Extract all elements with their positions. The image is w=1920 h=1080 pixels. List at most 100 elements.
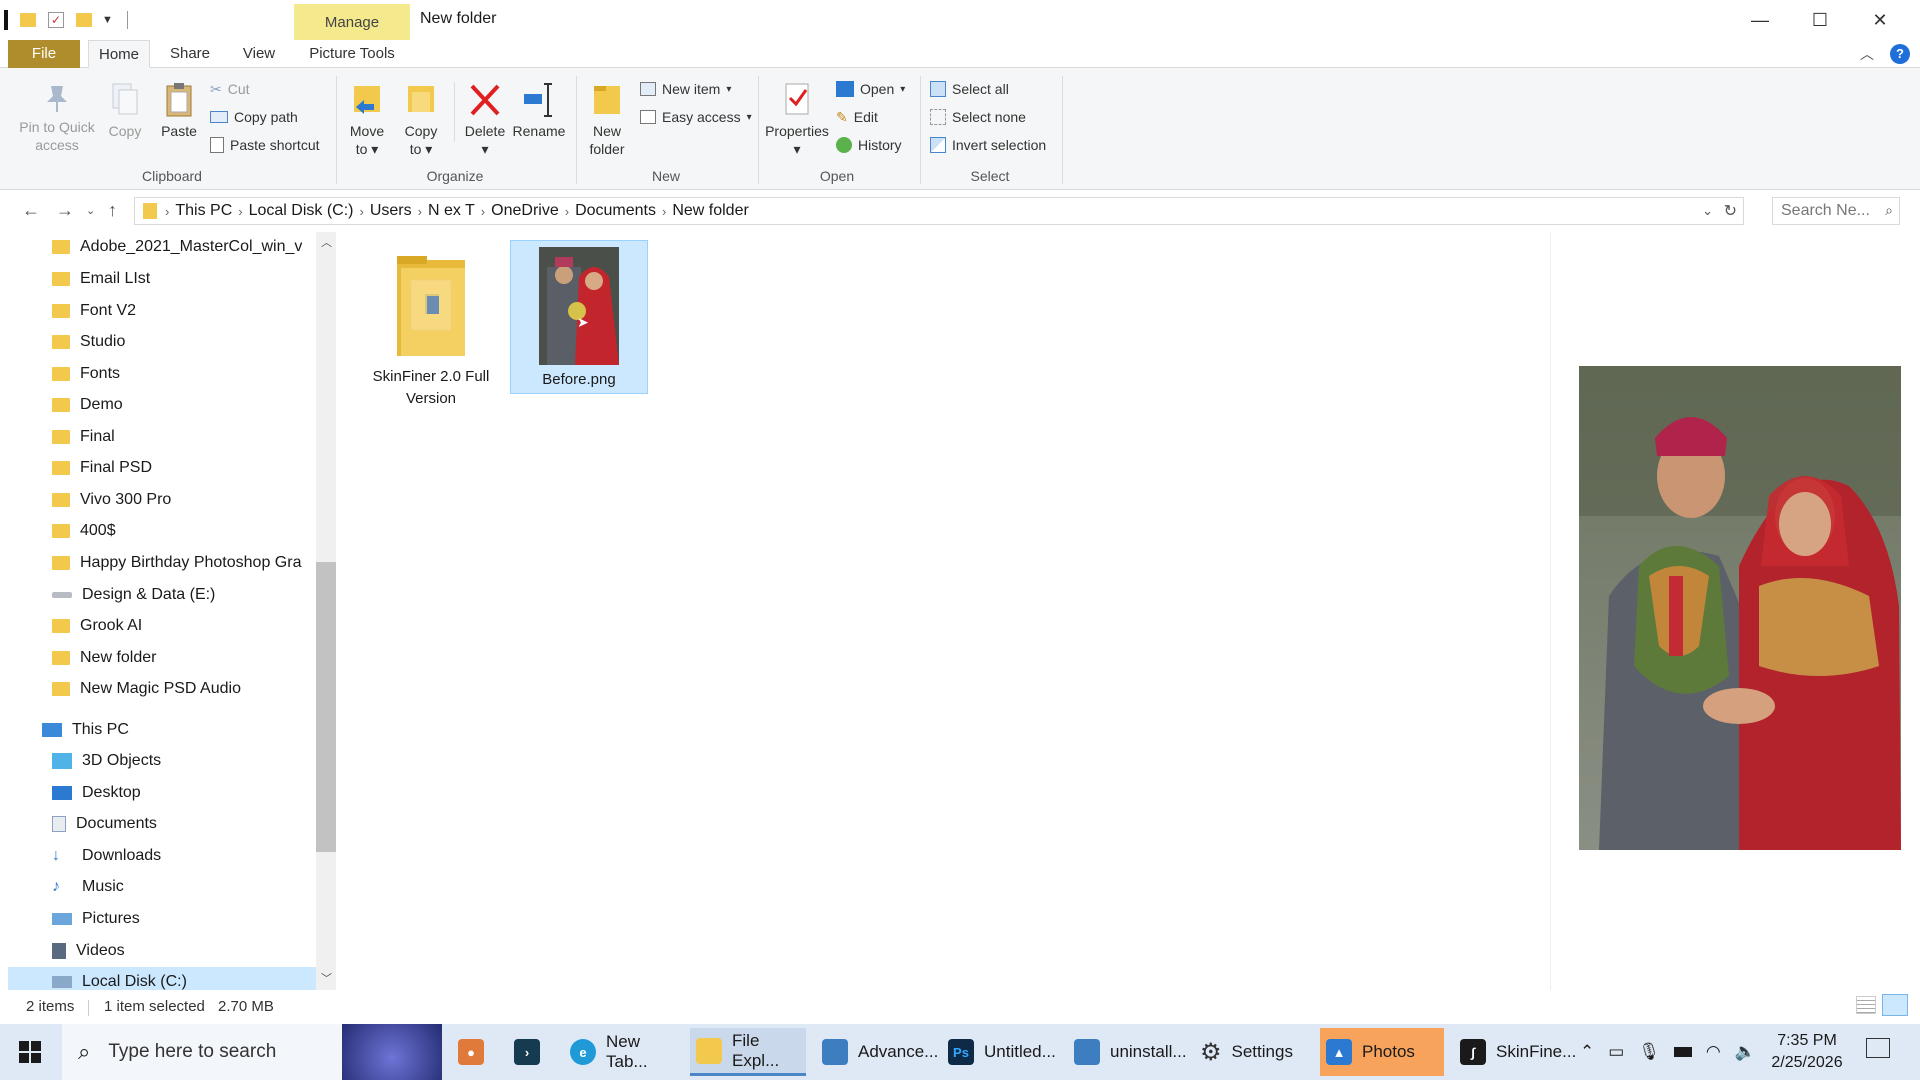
help-icon[interactable]: ? bbox=[1890, 44, 1910, 64]
tab-picture-tools[interactable]: Picture Tools bbox=[300, 40, 404, 68]
taskbar-app-file-explorer[interactable]: File Expl... bbox=[690, 1028, 806, 1076]
sidebar-item-quick-4[interactable]: Fonts📌 bbox=[52, 359, 336, 389]
taskbar-app-terminal[interactable]: › bbox=[508, 1028, 554, 1076]
details-view-icon[interactable] bbox=[1856, 996, 1876, 1014]
scroll-down-icon[interactable]: ﹀ bbox=[321, 970, 332, 986]
select-none-button[interactable]: Select none bbox=[930, 106, 1026, 128]
folder-icon[interactable] bbox=[20, 13, 36, 27]
wifi-icon[interactable]: ◠ bbox=[1706, 1042, 1721, 1062]
pin-quick-access-button[interactable]: Pin to Quick access bbox=[14, 82, 100, 154]
sidebar-item-pictures[interactable]: Pictures bbox=[52, 904, 336, 934]
sidebar-item-downloads[interactable]: ↓ Downloads bbox=[52, 841, 336, 871]
breadcrumb[interactable]: › This PC › Local Disk (C:) › Users › N ex … bbox=[134, 197, 1744, 225]
microphone-icon[interactable]: 🎙 bbox=[1638, 1042, 1660, 1062]
file-item-folder[interactable]: SkinFiner 2.0 Full Version bbox=[366, 250, 496, 410]
meet-now-icon[interactable]: ▭ bbox=[1608, 1042, 1624, 1062]
sidebar-item-desktop[interactable]: Desktop bbox=[52, 778, 336, 808]
recent-locations-chevron-icon[interactable]: ⌄ bbox=[86, 204, 95, 217]
properties-button[interactable]: Properties ▾ bbox=[762, 82, 832, 158]
notification-center-icon[interactable] bbox=[1866, 1038, 1890, 1058]
taskbar-app-settings[interactable]: ⚙ Settings bbox=[1194, 1028, 1310, 1076]
sidebar-item-quick-0[interactable]: Adobe_2021_MasterCol_win_v1📌 bbox=[52, 232, 336, 262]
sidebar-item-quick-1[interactable]: Email LIst📌 bbox=[52, 264, 336, 294]
forward-arrow-icon[interactable]: → bbox=[56, 200, 74, 221]
taskbar-app-skinfiner[interactable]: ∫ SkinFine... bbox=[1454, 1028, 1576, 1076]
sidebar-item-quick-7[interactable]: Final PSD📌 bbox=[52, 453, 336, 483]
taskbar-app-recorder[interactable]: ● bbox=[452, 1028, 498, 1076]
sidebar-item-quick-8[interactable]: Vivo 300 Pro📌 bbox=[52, 485, 336, 515]
edit-button[interactable]: ✎ Edit bbox=[836, 106, 878, 128]
taskbar-app-edge[interactable]: e New Tab... bbox=[564, 1028, 680, 1076]
customize-qat-icon[interactable]: ▼ bbox=[102, 14, 113, 26]
address-dropdown-chevron-icon[interactable]: ⌄ bbox=[1702, 203, 1713, 219]
tab-share[interactable]: Share bbox=[160, 40, 220, 68]
tab-view[interactable]: View bbox=[230, 40, 288, 68]
sidebar-item-music[interactable]: ♪ Music bbox=[52, 872, 336, 902]
crumb-documents[interactable]: Documents bbox=[575, 202, 656, 220]
easy-access-button[interactable]: Easy access ▾ bbox=[640, 106, 752, 128]
file-item-image-selected[interactable]: ➤ Before.png bbox=[510, 240, 648, 394]
refresh-icon[interactable]: ↻ bbox=[1724, 201, 1737, 221]
new-item-button[interactable]: New item ▾ bbox=[640, 78, 731, 100]
collapse-ribbon-icon[interactable]: ︿ bbox=[1860, 44, 1874, 64]
taskbar-app-photos[interactable]: ▲ Photos bbox=[1320, 1028, 1444, 1076]
sidebar-item-quick-13[interactable]: New folder bbox=[52, 643, 336, 673]
tab-home[interactable]: Home bbox=[88, 40, 150, 68]
crumb-user[interactable]: N ex T bbox=[428, 202, 475, 220]
show-hidden-icons-chevron-icon[interactable]: ⌃ bbox=[1580, 1042, 1594, 1062]
copy-button[interactable]: Copy bbox=[100, 82, 150, 140]
properties-qat-icon[interactable]: ✓ bbox=[48, 12, 64, 28]
copy-path-button[interactable]: Copy path bbox=[210, 106, 298, 128]
select-all-button[interactable]: Select all bbox=[930, 78, 1009, 100]
clock[interactable]: 7:35 PM 2/25/2026 bbox=[1752, 1030, 1862, 1074]
maximize-button[interactable]: ☐ bbox=[1790, 0, 1850, 40]
start-button[interactable] bbox=[0, 1024, 60, 1080]
crumb-onedrive[interactable]: OneDrive bbox=[491, 202, 559, 220]
minimize-button[interactable]: — bbox=[1730, 0, 1790, 40]
taskbar-search-box[interactable]: ⌕ Type here to search bbox=[62, 1024, 442, 1080]
back-arrow-icon[interactable]: ← bbox=[22, 200, 40, 221]
taskbar-app-uninstall[interactable]: uninstall... bbox=[1068, 1028, 1187, 1076]
rename-button[interactable]: Rename bbox=[512, 82, 566, 140]
crumb-users[interactable]: Users bbox=[370, 202, 412, 220]
battery-icon[interactable] bbox=[1673, 1047, 1692, 1057]
scrollbar-thumb[interactable] bbox=[316, 562, 336, 852]
sidebar-item-quick-11[interactable]: Design & Data (E:) bbox=[52, 580, 336, 610]
sidebar-item-quick-3[interactable]: Studio📌 bbox=[52, 327, 336, 357]
up-arrow-icon[interactable]: ↑ bbox=[108, 200, 117, 221]
crumb-new-folder[interactable]: New folder bbox=[672, 202, 748, 220]
scroll-up-icon[interactable]: ︿ bbox=[321, 234, 332, 250]
taskbar-app-advance[interactable]: Advance... bbox=[816, 1028, 938, 1076]
sidebar-item-quick-9[interactable]: 400$📌 bbox=[52, 516, 336, 546]
sidebar-item-quick-2[interactable]: Font V2📌 bbox=[52, 296, 336, 326]
new-folder-button[interactable]: New folder bbox=[582, 82, 632, 158]
search-input[interactable]: Search Ne... ⌕ bbox=[1772, 197, 1900, 225]
history-button[interactable]: History bbox=[836, 134, 902, 156]
large-icons-view-icon[interactable] bbox=[1882, 994, 1908, 1016]
sidebar-item-videos[interactable]: Videos bbox=[52, 936, 336, 966]
sidebar-item-quick-14[interactable]: New Magic PSD Audio bbox=[52, 674, 336, 704]
sidebar-item-quick-12[interactable]: Grook AI bbox=[52, 611, 336, 641]
sidebar-item-3d-objects[interactable]: 3D Objects bbox=[52, 746, 336, 776]
paste-button[interactable]: Paste bbox=[154, 82, 204, 140]
sidebar-item-local-disk[interactable]: Local Disk (C:) bbox=[8, 967, 316, 990]
invert-selection-button[interactable]: Invert selection bbox=[930, 134, 1046, 156]
copy-to-button[interactable]: Copy to ▾ bbox=[398, 82, 444, 158]
sidebar-item-this-pc[interactable]: This PC bbox=[42, 715, 336, 745]
sidebar-item-documents[interactable]: Documents bbox=[52, 809, 336, 839]
sidebar-item-quick-10[interactable]: Happy Birthday Photoshop Grap📌 bbox=[52, 548, 336, 578]
sidebar-scrollbar[interactable]: ︿ ﹀ bbox=[316, 232, 336, 990]
delete-button[interactable]: Delete ▾ bbox=[460, 82, 510, 158]
sidebar-item-quick-5[interactable]: Demo📌 bbox=[52, 390, 336, 420]
taskbar-app-photoshop[interactable]: Ps Untitled... bbox=[942, 1028, 1058, 1076]
close-button[interactable]: ✕ bbox=[1850, 0, 1910, 40]
new-folder-qat-icon[interactable] bbox=[76, 13, 92, 27]
paste-shortcut-button[interactable]: Paste shortcut bbox=[210, 134, 320, 156]
cut-button[interactable]: ✂ Cut bbox=[210, 78, 250, 100]
tab-file[interactable]: File bbox=[8, 40, 80, 68]
crumb-local-disk[interactable]: Local Disk (C:) bbox=[249, 202, 354, 220]
move-to-button[interactable]: Move to ▾ bbox=[344, 82, 390, 158]
manage-context-tab[interactable]: Manage bbox=[294, 4, 410, 40]
open-button[interactable]: Open ▾ bbox=[836, 78, 905, 100]
crumb-this-pc[interactable]: This PC bbox=[175, 202, 232, 220]
